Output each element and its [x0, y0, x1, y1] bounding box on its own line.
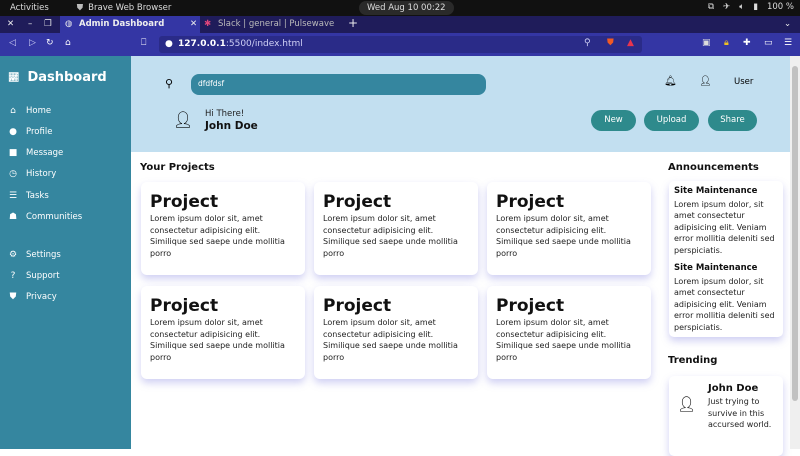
page-scrollbar[interactable]	[790, 56, 800, 449]
battery-icon: ▮	[753, 2, 758, 12]
lock-extension-icon[interactable]: 🔒︎	[724, 38, 729, 48]
trending-heading: Trending	[668, 355, 718, 366]
new-button[interactable]: New	[591, 110, 636, 131]
chevron-down-icon[interactable]: ⌄	[784, 19, 791, 29]
clock-icon: ◷	[9, 169, 17, 179]
sidebar-brand[interactable]: 📈︎ Dashboard	[8, 70, 107, 85]
rewards-icon[interactable]: ▲	[627, 38, 634, 48]
sidebar-item-profile[interactable]: ● Profile	[8, 127, 52, 137]
activities-button[interactable]: Activities	[10, 3, 49, 13]
project-card[interactable]: Project Lorem ipsum dolor sit, amet conse…	[141, 182, 305, 275]
brave-icon: ⛊	[76, 3, 84, 13]
extension-icon[interactable]: ▣	[702, 38, 711, 48]
scrollbar-thumb[interactable]	[792, 66, 798, 401]
home-browser-icon[interactable]: ⌂	[65, 38, 71, 48]
search-icon[interactable]: ⚲	[165, 77, 173, 90]
announcements-card: Site Maintenance Lorem ipsum dolor, sit …	[669, 181, 783, 337]
globe-icon: ◍	[65, 19, 73, 29]
puzzle-icon[interactable]: ✚	[743, 38, 751, 48]
zoom-icon[interactable]: ⚲	[584, 38, 591, 48]
home-icon: ⌂	[10, 106, 16, 116]
system-tray[interactable]: ⧉ ✈ 🔈︎ ▮ 100 %	[708, 2, 794, 12]
sidebar-item-message[interactable]: ■ Message	[8, 148, 64, 158]
upload-button[interactable]: Upload	[644, 110, 699, 131]
new-tab-button[interactable]: +	[348, 16, 358, 30]
restore-icon[interactable]: ❐	[44, 19, 52, 29]
user-icon[interactable]: 👤︎	[699, 76, 712, 87]
user-icon: ●	[9, 127, 17, 137]
project-card[interactable]: Project Lorem ipsum dolor sit, amet conse…	[487, 182, 651, 275]
bell-icon[interactable]: 🔔︎	[664, 76, 677, 87]
clock[interactable]: Wed Aug 10 00:22	[359, 1, 454, 15]
menu-icon[interactable]: ☰	[784, 38, 792, 48]
tab-slack[interactable]: Slack | general | Pulsewave St	[218, 19, 336, 29]
network-icon: ⧉	[707, 2, 715, 12]
greeting: Hi There!	[205, 109, 245, 119]
search-input[interactable]: dfdfdsf	[191, 74, 486, 95]
message-icon: ■	[8, 148, 18, 158]
trending-text: Just trying to survive in this accursed …	[708, 397, 772, 429]
sidebar: 📈︎ Dashboard ⌂ Home ● Profile ■ Message ◷ His…	[0, 56, 131, 449]
sidebar-item-privacy[interactable]: ⛊ Privacy	[8, 292, 57, 302]
reload-icon[interactable]: ↻	[46, 38, 54, 48]
wallet-icon[interactable]: ▭	[764, 38, 773, 48]
tab-bar: ✕ – ❐ ◍ Admin Dashboard ✕ ✱ Slack | gene…	[0, 16, 800, 33]
sidebar-item-tasks[interactable]: ☰ Tasks	[8, 191, 49, 201]
user-name: John Doe	[205, 120, 258, 132]
app-menu[interactable]: ⛊ Brave Web Browser	[77, 3, 172, 13]
url-input[interactable]: ● 127.0.0.1:5500/index.html ⚲ ⛊ ▲	[159, 36, 642, 53]
sidebar-item-home[interactable]: ⌂ Home	[8, 106, 51, 116]
project-card[interactable]: Project Lorem ipsum dolor sit, amet conse…	[487, 286, 651, 379]
address-bar-row: ◁ ▷ ↻ ⌂ ⎕ ● 127.0.0.1:5500/index.html ⚲ …	[0, 33, 800, 56]
announcement-title: Site Maintenance	[674, 186, 758, 196]
project-card[interactable]: Project Lorem ipsum dolor sit, amet conse…	[314, 286, 478, 379]
chart-icon: 📈︎	[8, 72, 20, 83]
user-menu[interactable]: User	[734, 77, 753, 87]
tasks-icon: ☰	[8, 191, 18, 201]
avatar: 👤︎	[677, 395, 697, 413]
help-icon: ?	[10, 271, 16, 281]
minimize-icon[interactable]: –	[28, 19, 32, 29]
avatar: 👤︎	[173, 110, 194, 129]
airplane-icon: ✈	[723, 2, 731, 12]
announcement-body: Lorem ipsum dolor, sit amet consectetur …	[674, 199, 775, 255]
back-icon[interactable]: ◁	[9, 38, 16, 48]
close-window-icon[interactable]: ✕	[7, 19, 14, 29]
announcements-heading: Announcements	[668, 162, 759, 173]
close-tab-icon[interactable]: ✕	[190, 19, 197, 29]
project-card[interactable]: Project Lorem ipsum dolor sit, amet conse…	[314, 182, 478, 275]
os-top-bar: Activities ⛊ Brave Web Browser Wed Aug 10…	[0, 0, 800, 16]
sidebar-item-settings[interactable]: ⚙ Settings	[8, 250, 61, 260]
trending-name: John Doe	[708, 383, 759, 394]
projects-heading: Your Projects	[140, 162, 215, 173]
slack-icon: ✱	[204, 19, 212, 29]
brave-shield-icon[interactable]: ⛊	[607, 38, 614, 48]
sidebar-item-communities[interactable]: ☗ Communities	[8, 212, 82, 222]
volume-icon: 🔈︎	[739, 2, 745, 12]
header: ⚲ dfdfdsf 🔔︎ 👤︎ User 👤︎ Hi There! John D…	[131, 56, 790, 152]
info-icon: ●	[165, 39, 173, 49]
project-card[interactable]: Project Lorem ipsum dolor sit, amet conse…	[141, 286, 305, 379]
sidebar-item-support[interactable]: ? Support	[8, 271, 60, 281]
forward-icon[interactable]: ▷	[29, 38, 36, 48]
trending-card[interactable]: 👤︎ John Doe Just trying to survive in th…	[669, 376, 783, 456]
shield-icon: ⛊	[9, 292, 17, 302]
bookmark-icon[interactable]: ⎕	[141, 38, 146, 48]
announcement-title: Site Maintenance	[674, 263, 758, 273]
announcement-body: Lorem ipsum dolor, sit amet consectetur …	[674, 276, 775, 332]
gear-icon: ⚙	[8, 250, 18, 260]
tab-admin-dashboard[interactable]: ◍ Admin Dashboard ✕	[60, 16, 200, 33]
sidebar-item-history[interactable]: ◷ History	[8, 169, 56, 179]
share-button[interactable]: Share	[708, 110, 757, 131]
communities-icon: ☗	[8, 212, 18, 222]
battery-level: 100 %	[766, 2, 794, 12]
